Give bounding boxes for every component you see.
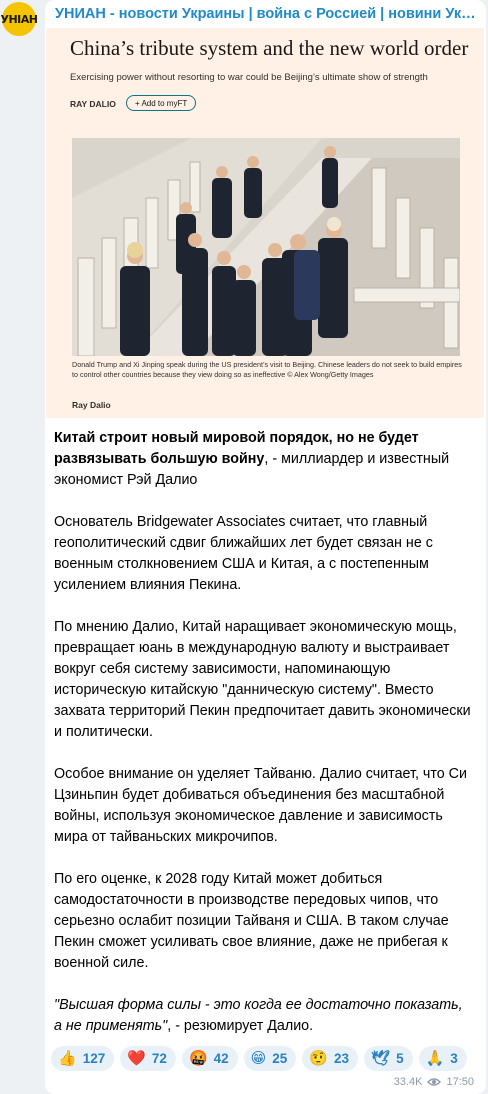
- news-photo: [72, 138, 460, 356]
- reaction-count: 72: [151, 1051, 167, 1066]
- reaction-count: 25: [272, 1051, 288, 1066]
- heart-icon: ❤️: [127, 1050, 146, 1067]
- raised-eyebrow-icon: 🤨: [309, 1050, 329, 1067]
- quote-paragraph: "Высшая форма силы - это когда ее достат…: [54, 995, 472, 1037]
- paragraph-2: Основатель Bridgewater Associates считае…: [54, 514, 433, 593]
- ft-article-author: RAY DALIO: [70, 99, 116, 109]
- grin-face-icon: 😁: [250, 1050, 267, 1067]
- message-meta: 33.4K 17:50: [394, 1076, 474, 1088]
- reaction-angry[interactable]: 🤬 42: [181, 1046, 238, 1071]
- channel-name[interactable]: УНИАН - новости Украины | война с Россие…: [55, 6, 480, 22]
- view-count: 33.4K: [393, 1076, 423, 1088]
- pray-icon: 🙏: [425, 1050, 445, 1067]
- ft-footer-author: Ray Dalio: [72, 400, 111, 410]
- reaction-count: 42: [213, 1051, 229, 1066]
- paragraph-3: По мнению Далио, Китай наращивает эконом…: [54, 619, 471, 740]
- angry-face-icon: 🤬: [188, 1050, 208, 1067]
- reaction-count: 5: [396, 1051, 404, 1066]
- photo-caption: Donald Trump and Xi Jinping speak during…: [72, 360, 462, 379]
- message-time: 17:50: [446, 1076, 474, 1088]
- ft-article-title: China’s tribute system and the new world…: [70, 36, 469, 60]
- reaction-heart[interactable]: ❤️ 72: [120, 1046, 176, 1071]
- paragraph-1: Китай строит новый мировой порядок, но н…: [54, 428, 472, 491]
- reaction-raised-eyebrow[interactable]: 🤨 23: [302, 1046, 359, 1071]
- reactions-bar: 👍 127 ❤️ 72 🤬 42 😁 25 🤨 23 🕊 5 🙏 3: [51, 1046, 467, 1071]
- reaction-count: 127: [82, 1051, 106, 1066]
- reaction-count: 3: [450, 1051, 458, 1066]
- reaction-pray[interactable]: 🙏 3: [418, 1046, 467, 1071]
- reaction-dove[interactable]: 🕊 5: [364, 1046, 413, 1071]
- dove-icon: 🕊: [371, 1050, 391, 1067]
- paragraph-5: По его оценке, к 2028 году Китай может д…: [54, 871, 449, 971]
- add-to-myft-button: + Add to myFT: [126, 95, 197, 111]
- thumbs-up-icon: 👍: [58, 1050, 77, 1067]
- post-text: Китай строит новый мировой порядок, но н…: [54, 428, 472, 1058]
- channel-avatar-text: УНІАН: [0, 12, 39, 26]
- paragraph-4: Особое внимание он уделяет Тайваню. Дали…: [54, 766, 467, 845]
- reaction-grin[interactable]: 😁 25: [243, 1046, 297, 1071]
- message-bubble: УНИАН - новости Украины | война с Россие…: [45, 0, 486, 1094]
- ft-article-image[interactable]: China’s tribute system and the new world…: [46, 28, 484, 418]
- eye-icon: [427, 1078, 442, 1086]
- reaction-thumbs-up[interactable]: 👍 127: [51, 1046, 115, 1071]
- reaction-count: 23: [334, 1051, 350, 1066]
- channel-avatar[interactable]: УНІАН: [0, 2, 39, 36]
- ft-article-subtitle: Exercising power without resorting to wa…: [70, 72, 428, 83]
- quote-rest: , - резюмирует Далио.: [167, 1018, 314, 1034]
